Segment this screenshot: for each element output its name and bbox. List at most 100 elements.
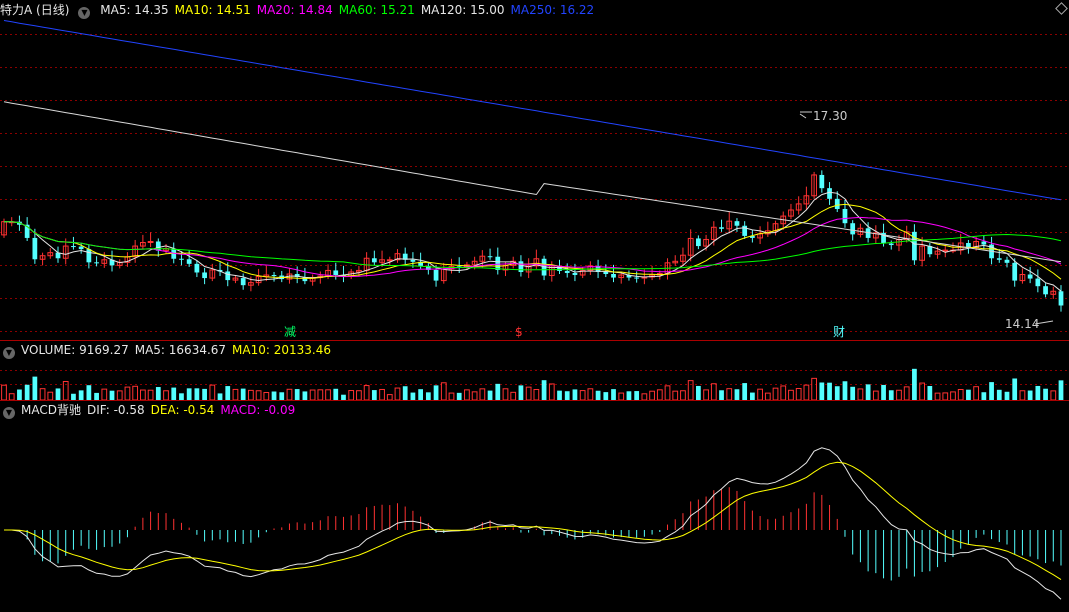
volume-bar: [71, 393, 76, 400]
candle-body: [850, 223, 856, 235]
volume-bar: [1058, 380, 1064, 400]
candle-body: [1027, 274, 1033, 279]
candle-body: [71, 246, 76, 248]
candle-body: [32, 237, 38, 260]
volume-bar: [850, 386, 856, 400]
event-marker-dividend[interactable]: $: [515, 325, 523, 339]
volume-bar: [371, 390, 377, 400]
macd-dropdown-icon[interactable]: ▼: [3, 407, 15, 419]
volume-bar: [341, 394, 346, 400]
volume-bar: [1004, 391, 1010, 400]
kline-chart[interactable]: 17.30 14.14 减 $ 财: [0, 0, 1069, 612]
candle-body: [333, 270, 339, 276]
volume-bar: [742, 383, 748, 400]
volume-bar: [101, 388, 108, 401]
candle-body: [1004, 259, 1010, 263]
candle-body: [271, 275, 277, 277]
volume-bar: [996, 389, 1002, 400]
volume-legend: ▼ VOLUME: 9169.27 MA5: 16634.67 MA10: 20133…: [0, 342, 343, 359]
volume-bar: [703, 389, 709, 401]
volume-bar: [1019, 390, 1026, 401]
volume-bar: [194, 388, 200, 400]
ma250-line: [3, 20, 1062, 201]
volume-bar: [587, 388, 594, 401]
candle-body: [696, 238, 701, 247]
volume-bar: [502, 388, 509, 401]
volume-bar: [649, 390, 655, 401]
candle-body: [996, 258, 1002, 260]
volume-bar: [548, 383, 555, 401]
volume-bar: [410, 392, 416, 400]
candle-body: [834, 198, 840, 209]
candle-body: [1012, 262, 1018, 281]
candle-body: [410, 259, 416, 262]
candle-body: [1058, 291, 1064, 306]
candle-body: [179, 258, 184, 260]
event-marker-finance[interactable]: 财: [833, 325, 845, 339]
volume-bar: [595, 390, 601, 400]
ma60-line: [4, 221, 1062, 271]
volume-bar: [271, 391, 277, 400]
volume-bar: [232, 388, 239, 401]
volume-bar: [202, 388, 207, 400]
volume-bar: [1027, 390, 1033, 400]
volume-bar: [132, 385, 139, 401]
volume-bar: [857, 388, 864, 401]
volume-bar: [418, 389, 424, 400]
dif-line: [4, 447, 1062, 600]
volume-bar: [255, 390, 262, 401]
volume-bar: [317, 389, 324, 401]
candle-body: [1043, 286, 1048, 295]
volume-bar: [780, 385, 787, 401]
volume-bar: [726, 388, 733, 401]
volume-bar: [764, 392, 771, 401]
volume-bar: [664, 385, 671, 401]
low-label: 14.14: [1005, 317, 1054, 331]
volume-bar: [240, 388, 246, 400]
candle-body: [240, 278, 246, 286]
macd-legend-item-1: DIF: -0.58: [86, 403, 145, 417]
volume-bar: [872, 390, 879, 401]
volume-bar: [672, 390, 679, 401]
candle-body: [827, 188, 832, 199]
volume-bar: [934, 392, 941, 401]
volume-bar: [39, 388, 46, 401]
candle-body: [433, 269, 439, 281]
volume-bar: [209, 384, 216, 401]
volume-bar: [286, 388, 293, 401]
volume-bar: [957, 389, 964, 401]
volume-bar: [495, 383, 501, 400]
price-grid: [0, 34, 1069, 332]
volume-bar: [1050, 390, 1057, 401]
volume-bar: [386, 394, 393, 401]
volume-bar: [734, 389, 740, 400]
volume-bar: [402, 386, 408, 400]
volume-bar: [564, 391, 570, 400]
volume-bar: [171, 387, 177, 400]
volume-dropdown-icon[interactable]: ▼: [3, 347, 15, 359]
macd-legend-item-2: DEA: -0.54: [150, 403, 215, 417]
price-legend: 特力A (日线) ▼ MA5: 14.35 MA10: 14.51 MA20: 14.…: [0, 2, 606, 19]
candle-body: [225, 271, 231, 281]
volume-bar: [487, 390, 493, 400]
candle-body: [742, 225, 748, 236]
ma-legend-item-1: MA10: 14.51: [174, 3, 251, 17]
volume-bar: [140, 389, 146, 401]
high-label: 17.30: [799, 109, 847, 123]
event-marker-reduce[interactable]: 减: [284, 325, 296, 339]
volume-bar: [1043, 388, 1048, 400]
macd-panel: [4, 447, 1062, 600]
volume-bar: [8, 393, 15, 401]
volume-bar: [881, 384, 886, 400]
volume-bar: [680, 390, 686, 401]
volume-bar: [626, 391, 632, 400]
volume-bar: [109, 390, 115, 400]
volume-bar: [518, 385, 524, 400]
volume-bar: [348, 390, 355, 401]
volume-legend-item-2: MA10: 20133.46: [232, 343, 331, 357]
candle-body: [78, 246, 84, 250]
ma-legend-item-5: MA250: 16.22: [510, 3, 595, 17]
volume-bar: [1035, 385, 1041, 400]
volume-bar: [803, 384, 810, 401]
legend-dropdown-icon[interactable]: ▼: [78, 7, 91, 19]
